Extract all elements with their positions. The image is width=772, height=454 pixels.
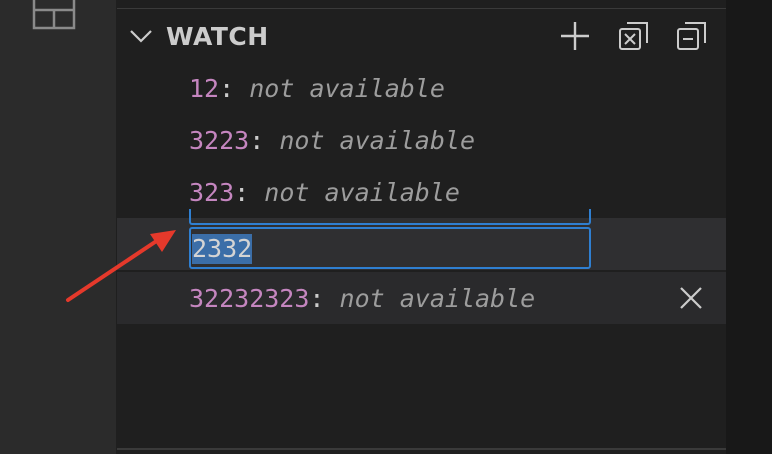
input-ghost-border xyxy=(189,209,591,225)
watch-expression: 323: not available xyxy=(189,178,460,207)
collapse-all-button[interactable] xyxy=(674,18,710,54)
watch-expression: 3223: not available xyxy=(189,126,476,155)
divider xyxy=(117,448,726,450)
remove-all-expressions-icon xyxy=(619,22,648,50)
watch-item[interactable]: 32232323: not available xyxy=(117,272,726,324)
watch-item-editing[interactable]: 2332 xyxy=(117,218,726,270)
activity-bar xyxy=(0,0,117,454)
watch-panel: WATCH 12: not available 3223: not availa… xyxy=(117,0,726,454)
layout-icon[interactable] xyxy=(28,0,78,34)
watch-expression-input[interactable]: 2332 xyxy=(189,227,591,269)
close-icon[interactable] xyxy=(677,284,705,312)
collapse-all-icon xyxy=(677,22,706,50)
watch-title: WATCH xyxy=(166,22,269,51)
watch-section-header[interactable]: WATCH xyxy=(117,14,726,60)
editor-gutter xyxy=(726,0,772,454)
watch-expression: 12: not available xyxy=(189,74,445,103)
watch-item[interactable]: 12: not available xyxy=(117,62,726,114)
divider xyxy=(117,8,726,9)
watch-expression-input-value: 2332 xyxy=(192,234,253,264)
add-expression-icon xyxy=(561,22,589,50)
watch-expression: 32232323: not available xyxy=(189,284,536,313)
add-expression-button[interactable] xyxy=(557,18,593,54)
chevron-down-icon[interactable] xyxy=(129,26,153,46)
watch-item[interactable]: 3223: not available xyxy=(117,114,726,166)
remove-all-expressions-button[interactable] xyxy=(616,18,652,54)
